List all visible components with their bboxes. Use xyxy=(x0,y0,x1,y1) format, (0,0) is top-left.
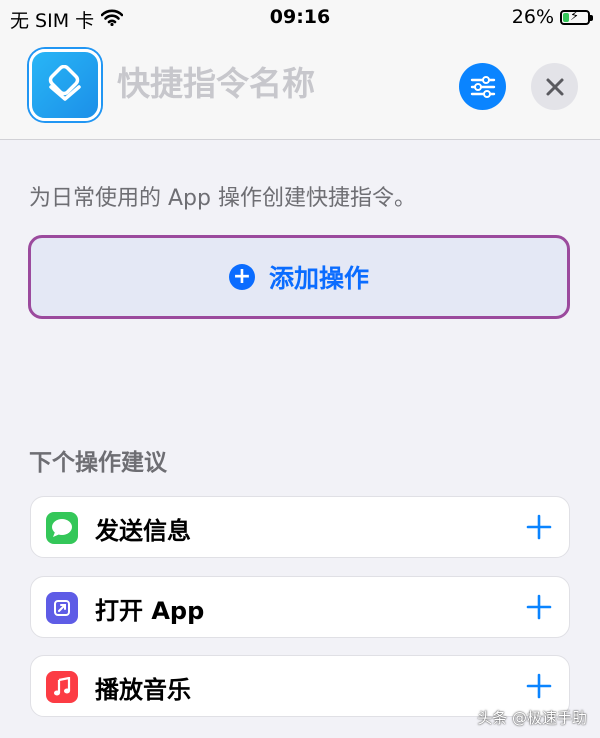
carrier-label: 无 SIM 卡 xyxy=(10,10,95,32)
battery-fill xyxy=(563,12,570,22)
open-app-icon xyxy=(46,592,78,624)
close-button[interactable] xyxy=(531,63,578,110)
status-left: 无 SIM 卡 xyxy=(10,6,124,33)
suggestion-label: 打开 App xyxy=(95,597,205,625)
shortcut-name-input[interactable] xyxy=(117,58,417,108)
wifi-icon xyxy=(100,9,124,31)
plus-icon[interactable] xyxy=(523,511,555,543)
shortcut-header xyxy=(0,36,600,140)
add-action-button[interactable]: + 添加操作 xyxy=(28,235,570,319)
plus-circle-icon: + xyxy=(228,264,255,290)
shortcuts-icon[interactable] xyxy=(29,49,101,121)
suggestions-title: 下个操作建议 xyxy=(29,450,167,476)
plus-icon[interactable] xyxy=(523,670,555,702)
settings-button[interactable] xyxy=(459,63,506,110)
sliders-icon xyxy=(470,75,495,98)
status-right: 26% ⚡ xyxy=(511,6,593,28)
charging-bolt-icon: ⚡ xyxy=(570,8,580,24)
editor-description: 为日常使用的 App 操作创建快捷指令。 xyxy=(29,186,416,211)
watermark: 头条 @极速手助 xyxy=(477,709,587,727)
suggestion-send-message[interactable]: 发送信息 xyxy=(30,496,570,558)
messages-icon xyxy=(46,512,78,544)
battery-percent: 26% xyxy=(511,6,554,28)
suggestion-open-app[interactable]: 打开 App xyxy=(30,576,570,638)
plus-icon[interactable] xyxy=(523,591,555,623)
suggestion-label: 播放音乐 xyxy=(95,676,191,704)
close-icon xyxy=(546,78,563,95)
battery-icon: ⚡ xyxy=(560,8,593,25)
status-bar: 09:16 无 SIM 卡 26% ⚡ xyxy=(0,0,600,36)
suggestion-label: 发送信息 xyxy=(95,517,191,545)
music-icon xyxy=(46,671,78,703)
add-action-label: 添加操作 xyxy=(268,264,369,293)
